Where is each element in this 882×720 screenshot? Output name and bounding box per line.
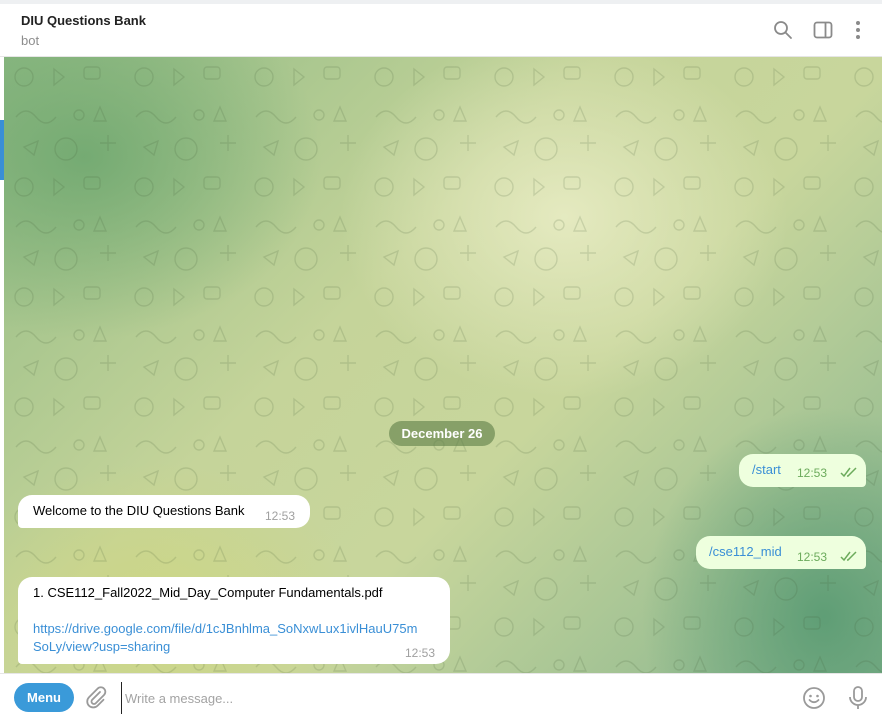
- chat-status: bot: [21, 33, 40, 48]
- sidebar-toggle-icon[interactable]: [811, 18, 835, 42]
- chat-header[interactable]: DIU Questions Bank bot: [0, 4, 882, 57]
- read-checkmarks-icon: [840, 551, 857, 562]
- command-link[interactable]: /cse112_mid: [709, 543, 782, 561]
- command-link[interactable]: /start: [752, 461, 781, 479]
- search-icon[interactable]: [771, 18, 795, 42]
- microphone-icon[interactable]: [846, 685, 870, 711]
- message-text: Welcome to the DIU Questions Bank: [33, 503, 245, 518]
- drive-link-line2[interactable]: SoLy/view?usp=sharing: [33, 638, 170, 656]
- message-input[interactable]: [121, 682, 787, 714]
- message-time: 12:53: [405, 646, 436, 660]
- read-checkmarks-icon: [840, 467, 857, 478]
- message-time: 12:53: [265, 509, 296, 523]
- outgoing-message[interactable]: /start 12:53: [739, 454, 866, 487]
- message-text: 1. CSE112_Fall2022_Mid_Day_Computer Fund…: [33, 585, 383, 600]
- bot-menu-button[interactable]: Menu: [14, 683, 74, 712]
- date-separator: December 26: [389, 421, 495, 446]
- outgoing-message[interactable]: /cse112_mid 12:53: [696, 536, 866, 569]
- incoming-message[interactable]: 1. CSE112_Fall2022_Mid_Day_Computer Fund…: [18, 577, 450, 664]
- message-time: 12:53: [797, 550, 828, 564]
- incoming-message[interactable]: Welcome to the DIU Questions Bank 12:53: [18, 495, 310, 528]
- chat-title[interactable]: DIU Questions Bank: [21, 13, 146, 28]
- paperclip-icon[interactable]: [84, 685, 108, 709]
- drive-link-line1[interactable]: https://drive.google.com/file/d/1cJBnhlm…: [33, 620, 417, 638]
- emoji-icon[interactable]: [802, 686, 826, 710]
- message-time: 12:53: [797, 466, 828, 480]
- left-edge-accent: [0, 120, 4, 180]
- chat-message-area[interactable]: December 26 /start 12:53 Welcome to the …: [4, 57, 882, 673]
- message-composer: Menu: [0, 673, 882, 720]
- more-vertical-icon[interactable]: [846, 18, 870, 42]
